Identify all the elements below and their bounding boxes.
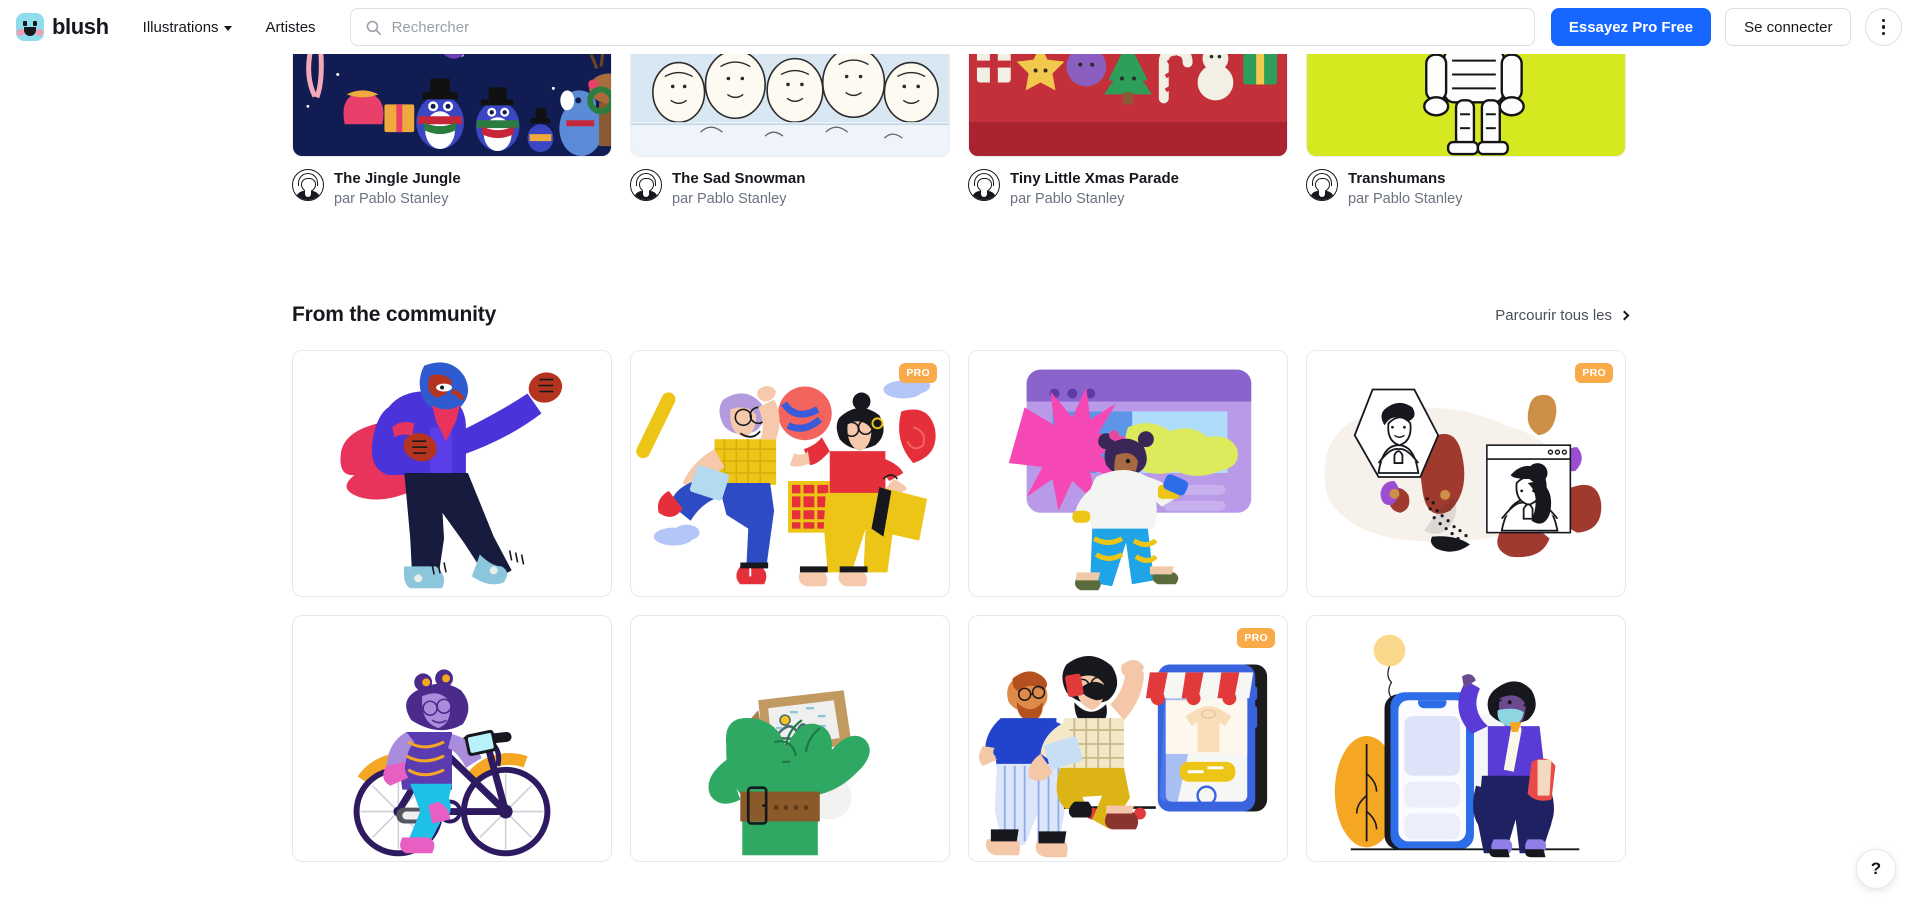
community-illustrations-grid: PRO PRO PRO	[292, 350, 1628, 862]
pack-title: The Jingle Jungle	[334, 170, 461, 187]
browser-window-art	[1008, 369, 1252, 591]
illustration-card-mobile-shopping-friends[interactable]: PRO	[968, 615, 1288, 862]
pro-badge: PRO	[899, 363, 937, 383]
section-title: From the community	[292, 303, 497, 326]
nav-item-artistes[interactable]: Artistes	[256, 11, 326, 44]
pack-title: Transhumans	[1348, 170, 1446, 187]
green-hand-frame-art	[708, 690, 870, 856]
nav-item-artistes-label: Artistes	[265, 18, 316, 36]
woman-on-bicycle-art	[353, 669, 551, 857]
blush-face-logo-icon	[16, 13, 44, 41]
try-pro-free-button[interactable]: Essayez Pro Free	[1550, 8, 1712, 46]
artist-avatar	[968, 169, 1000, 201]
mobile-shopping-art	[978, 655, 1268, 858]
search-bar[interactable]	[349, 8, 1535, 46]
more-vertical-icon-button[interactable]	[1865, 8, 1902, 46]
pack-meta: Tiny Little Xmas Parade par Pablo Stanle…	[968, 169, 1288, 210]
pro-badge: PRO	[1237, 628, 1275, 648]
logo-text: blush	[52, 14, 109, 39]
illustration-card-woman-on-bicycle[interactable]: PRO	[292, 615, 612, 862]
nav-item-illustrations[interactable]: Illustrations	[133, 11, 242, 44]
pack-author: par Pablo Stanley	[1010, 191, 1125, 207]
giant-phone-art	[1334, 634, 1580, 858]
illustration-card-superhero-pointing[interactable]: PRO	[292, 350, 612, 597]
artist-avatar	[1306, 169, 1338, 201]
superhero-pointing-art	[340, 362, 563, 589]
community-section-header: From the community Parcourir tous les	[292, 303, 1630, 327]
pack-meta: Transhumans par Pablo Stanley	[1306, 169, 1626, 210]
artist-avatar	[292, 169, 324, 201]
pack-author: par Pablo Stanley	[1348, 191, 1463, 207]
pro-badge: PRO	[1575, 363, 1613, 383]
search-input[interactable]	[391, 9, 1520, 45]
top-navigation-bar: blush Illustrations Artistes Essayez Pro…	[0, 0, 1920, 54]
question-mark-icon: ?	[1870, 859, 1882, 878]
illustration-card-person-with-giant-phone[interactable]: PRO	[1306, 615, 1626, 862]
help-button[interactable]: ?	[1856, 849, 1896, 889]
pack-title: Tiny Little Xmas Parade	[1010, 170, 1179, 187]
meditation-video-call-art	[1324, 388, 1602, 558]
login-button[interactable]: Se connecter	[1725, 8, 1852, 46]
two-people-shopping-art	[636, 377, 936, 587]
nav-item-illustrations-label: Illustrations	[142, 18, 219, 36]
pack-title: The Sad Snowman	[672, 170, 806, 187]
browse-all-label: Parcourir tous les	[1495, 306, 1612, 324]
illustration-card-green-hand-holding-frame[interactable]: PRO	[630, 615, 950, 862]
chevron-right-icon	[1619, 310, 1630, 320]
illustration-card-two-people-shopping[interactable]: PRO	[630, 350, 950, 597]
illustration-card-person-with-browser-window[interactable]: PRO	[968, 350, 1288, 597]
illustration-card-meditation-video-call[interactable]: PRO	[1306, 350, 1626, 597]
pack-author: par Pablo Stanley	[334, 191, 449, 207]
blush-logo[interactable]: blush	[16, 13, 109, 41]
browse-all-link[interactable]: Parcourir tous les	[1495, 306, 1630, 324]
pack-author: par Pablo Stanley	[672, 191, 787, 207]
pack-meta: The Sad Snowman par Pablo Stanley	[630, 169, 950, 210]
pack-meta: The Jingle Jungle par Pablo Stanley	[292, 169, 612, 210]
chevron-down-icon	[223, 25, 232, 31]
search-icon	[366, 20, 381, 35]
artist-avatar	[630, 169, 662, 201]
page-content: The Jingle Jungle par Pablo Stanley The …	[0, 0, 1920, 911]
